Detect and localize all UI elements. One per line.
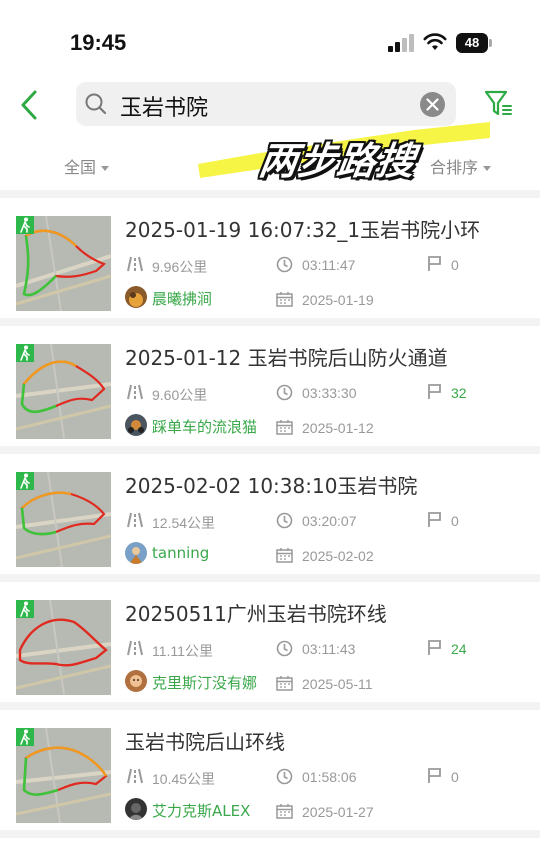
track-date: 2025-01-12 [302, 420, 374, 436]
user-name[interactable]: 艾力克斯ALEX [152, 800, 250, 821]
track-date: 2025-05-11 [302, 676, 373, 692]
user-name[interactable]: 晨曦拂涧 [152, 288, 212, 309]
track-list: 2025-01-19 16:07:32_1玉岩书院小环 9.96公里 03:11… [0, 190, 540, 838]
list-divider [0, 574, 540, 582]
track-waypoints: 32 [451, 385, 467, 401]
road-icon [127, 256, 143, 272]
funnel-filter-icon [484, 90, 512, 116]
track-distance: 10.45公里 [152, 771, 216, 787]
track-title: 2025-01-12 玉岩书院后山防火通道 [125, 346, 448, 370]
list-divider [0, 830, 540, 838]
track-map-thumbnail [16, 728, 111, 823]
avatar[interactable] [125, 670, 147, 692]
hiking-icon [16, 472, 34, 490]
track-date: 2025-01-27 [302, 804, 374, 820]
list-divider [0, 318, 540, 326]
track-date: 2025-01-19 [302, 292, 374, 308]
user-name[interactable]: 克里斯汀没有娜 [152, 672, 257, 693]
track-title: 玉岩书院后山环线 [125, 730, 285, 754]
clock-icon [276, 384, 293, 401]
back-button[interactable] [14, 86, 46, 124]
overlay-caption: 两步路搜 [256, 139, 419, 183]
road-icon [127, 512, 143, 528]
avatar[interactable] [125, 798, 147, 820]
user-name[interactable]: tanning [152, 544, 209, 562]
clock-icon [276, 512, 293, 529]
track-duration: 01:58:06 [302, 769, 357, 785]
clock-icon [276, 256, 293, 273]
list-divider [0, 446, 540, 454]
magnifier-icon [85, 93, 107, 115]
calendar-icon [276, 804, 293, 819]
track-map-thumbnail [16, 216, 111, 311]
hiking-icon [16, 728, 34, 746]
clear-search-button[interactable] [420, 92, 445, 117]
chevron-left-icon [21, 90, 37, 120]
region-filter[interactable]: 全国 [64, 154, 110, 178]
road-icon [127, 768, 143, 784]
track-distance: 12.54公里 [152, 515, 216, 531]
track-map-thumbnail [16, 472, 111, 567]
track-distance: 9.60公里 [152, 387, 208, 403]
track-map-thumbnail [16, 344, 111, 439]
track-title: 2025-02-02 10:38:10玉岩书院 [125, 474, 418, 498]
hiking-icon [16, 344, 34, 362]
track-duration: 03:11:47 [302, 257, 356, 273]
wifi-icon [423, 32, 447, 52]
avatar[interactable] [125, 542, 147, 564]
avatar[interactable] [125, 414, 147, 436]
list-divider [0, 190, 540, 198]
track-waypoints: 0 [451, 769, 459, 785]
track-waypoints: 24 [451, 641, 467, 657]
calendar-icon [276, 420, 293, 435]
track-distance: 9.96公里 [152, 259, 208, 275]
hiking-icon [16, 216, 34, 234]
user-name[interactable]: 踩单车的流浪猫 [152, 416, 257, 437]
track-date: 2025-02-02 [302, 548, 374, 564]
cellular-signal-icon [388, 34, 414, 52]
track-item[interactable]: 2025-02-02 10:38:10玉岩书院 12.54公里 03:20:07… [0, 454, 540, 574]
flag-icon [428, 384, 441, 399]
track-title: 2025-01-19 16:07:32_1玉岩书院小环 [125, 218, 481, 242]
track-waypoints: 0 [451, 257, 459, 273]
caret-down-icon [101, 166, 110, 171]
calendar-icon [276, 292, 293, 307]
status-bar: 19:45 48 [0, 0, 540, 80]
track-item[interactable]: 2025-01-19 16:07:32_1玉岩书院小环 9.96公里 03:11… [0, 198, 540, 318]
track-title: 20250511广州玉岩书院环线 [125, 602, 387, 626]
track-duration: 03:11:43 [302, 641, 356, 657]
track-waypoints: 0 [451, 513, 459, 529]
track-map-thumbnail [16, 600, 111, 695]
battery-level: 48 [456, 33, 488, 53]
list-divider [0, 702, 540, 710]
calendar-icon [276, 676, 293, 691]
clock-icon [276, 768, 293, 785]
track-distance: 11.11公里 [152, 643, 213, 659]
flag-icon [428, 256, 441, 271]
clock-icon [276, 640, 293, 657]
clear-circle-icon [426, 98, 439, 111]
track-duration: 03:33:30 [302, 385, 357, 401]
flag-icon [428, 512, 441, 527]
battery-icon: 48 [456, 33, 492, 53]
flag-icon [428, 768, 441, 783]
road-icon [127, 640, 143, 656]
track-item[interactable]: 20250511广州玉岩书院环线 11.11公里 03:11:43 24 克里斯… [0, 582, 540, 702]
track-item[interactable]: 2025-01-12 玉岩书院后山防火通道 9.60公里 03:33:30 32… [0, 326, 540, 446]
flag-icon [428, 640, 441, 655]
hiking-icon [16, 600, 34, 618]
status-time: 19:45 [70, 30, 127, 55]
track-item[interactable]: 玉岩书院后山环线 10.45公里 01:58:06 0 艾力克斯ALEX 202… [0, 710, 540, 830]
filter-button[interactable] [484, 88, 514, 120]
region-filter-label: 全国 [64, 158, 97, 177]
track-duration: 03:20:07 [302, 513, 357, 529]
calendar-icon [276, 548, 293, 563]
avatar[interactable] [125, 286, 147, 308]
road-icon [127, 384, 143, 400]
